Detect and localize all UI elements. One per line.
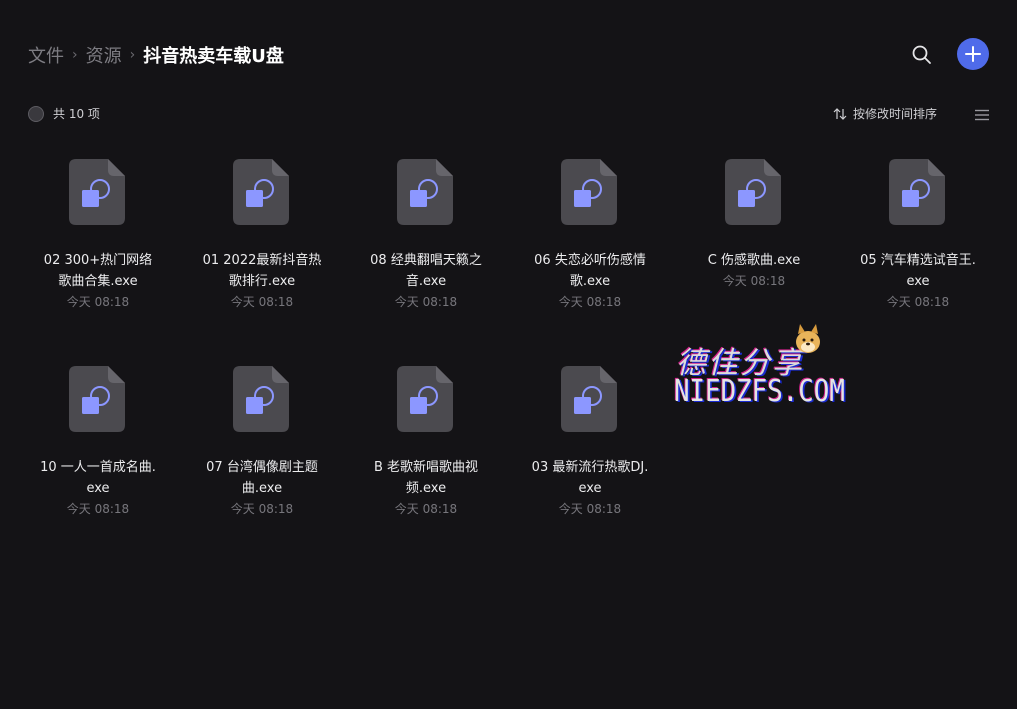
- file-name: 08 经典翻唱天籁之音.exe: [370, 253, 482, 289]
- exe-file-icon: [233, 159, 289, 225]
- file-name: C 伤感歌曲.exe: [707, 253, 801, 268]
- file-item[interactable]: 08 经典翻唱天籁之音.exe 今天 08:18: [344, 152, 508, 342]
- file-name: 02 300+热门网络歌曲合集.exe: [43, 253, 153, 289]
- add-button[interactable]: [957, 38, 989, 70]
- search-icon: [912, 45, 931, 64]
- exe-file-icon: [397, 159, 453, 225]
- sort-button[interactable]: 按修改时间排序: [833, 105, 937, 122]
- file-item[interactable]: 05 汽车精选试音王.exe 今天 08:18: [836, 152, 1000, 342]
- doge-icon: [796, 324, 820, 353]
- file-time: 今天 08:18: [66, 295, 130, 309]
- exe-file-icon: [233, 366, 289, 432]
- sort-label: 按修改时间排序: [852, 107, 937, 121]
- toolbar: 共 10 项 按修改时间排序: [28, 103, 989, 123]
- file-item[interactable]: 10 一人一首成名曲.exe 今天 08:18: [16, 359, 180, 549]
- file-time: 今天 08:18: [230, 295, 294, 309]
- header: 文件 › 资源 › 抖音热卖车载U盘: [28, 38, 989, 70]
- list-view-icon: [975, 109, 989, 121]
- file-name: 01 2022最新抖音热歌排行.exe: [202, 253, 322, 289]
- sort-arrows-icon: [833, 107, 847, 120]
- watermark: 德佳分享 NIEDZFS.COM: [672, 320, 872, 420]
- file-time: 今天 08:18: [558, 502, 622, 516]
- breadcrumb-separator: ›: [72, 47, 78, 63]
- exe-file-icon: [397, 366, 453, 432]
- file-time: 今天 08:18: [230, 502, 294, 516]
- item-count: 共 10 项: [53, 107, 100, 121]
- file-name: 10 一人一首成名曲.exe: [40, 460, 156, 496]
- file-time: 今天 08:18: [394, 295, 458, 309]
- select-all-checkbox[interactable]: 共 10 项: [28, 105, 100, 122]
- file-name: 03 最新流行热歌DJ.exe: [531, 460, 649, 496]
- exe-file-icon: [69, 159, 125, 225]
- file-item[interactable]: 02 300+热门网络歌曲合集.exe 今天 08:18: [16, 152, 180, 342]
- file-item[interactable]: 06 失恋必听伤感情歌.exe 今天 08:18: [508, 152, 672, 342]
- file-name: 05 汽车精选试音王.exe: [860, 253, 976, 289]
- exe-file-icon: [561, 159, 617, 225]
- breadcrumb-files[interactable]: 文件: [28, 42, 64, 68]
- file-time: 今天 08:18: [394, 502, 458, 516]
- file-time: 今天 08:18: [66, 502, 130, 516]
- file-item[interactable]: 01 2022最新抖音热歌排行.exe 今天 08:18: [180, 152, 344, 342]
- file-item[interactable]: C 伤感歌曲.exe 今天 08:18: [672, 152, 836, 342]
- file-time: 今天 08:18: [722, 274, 786, 288]
- select-circle-icon: [28, 105, 44, 122]
- exe-file-icon: [69, 366, 125, 432]
- breadcrumb-current-folder: 抖音热卖车载U盘: [143, 46, 284, 67]
- breadcrumb-resources[interactable]: 资源: [86, 42, 122, 68]
- file-time: 今天 08:18: [558, 295, 622, 309]
- exe-file-icon: [725, 159, 781, 225]
- file-item[interactable]: 07 台湾偶像剧主题曲.exe 今天 08:18: [180, 359, 344, 549]
- exe-file-icon: [889, 159, 945, 225]
- file-item[interactable]: B 老歌新唱歌曲视频.exe 今天 08:18: [344, 359, 508, 549]
- list-view-button[interactable]: [975, 106, 989, 121]
- file-name: B 老歌新唱歌曲视频.exe: [373, 460, 479, 496]
- file-name: 07 台湾偶像剧主题曲.exe: [206, 460, 318, 496]
- breadcrumb: 文件 › 资源 › 抖音热卖车载U盘: [28, 42, 284, 68]
- file-time: 今天 08:18: [886, 295, 950, 309]
- search-button[interactable]: [911, 44, 933, 66]
- breadcrumb-separator: ›: [129, 47, 136, 63]
- file-item[interactable]: 03 最新流行热歌DJ.exe 今天 08:18: [508, 359, 672, 549]
- watermark-en: NIEDZFS.COM: [674, 374, 845, 409]
- file-name: 06 失恋必听伤感情歌.exe: [534, 253, 646, 289]
- plus-icon: [965, 46, 981, 62]
- exe-file-icon: [561, 366, 617, 432]
